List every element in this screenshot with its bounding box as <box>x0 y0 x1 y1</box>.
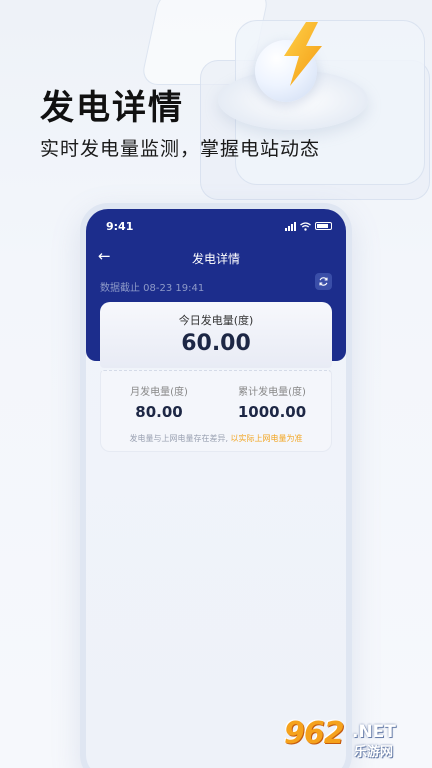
refresh-button[interactable] <box>315 273 332 290</box>
lightning-bolt-icon <box>284 22 322 86</box>
promo-subline: 实时发电量监测，掌握电站动态 <box>40 138 321 160</box>
generation-stats-card: 月发电量(度) 80.00 累计发电量(度) 1000.00 发电量与上网电量存… <box>100 370 332 452</box>
site-watermark-logo: 962 .NET 乐游网 <box>284 716 424 762</box>
page-title: 发电详情 <box>191 251 240 266</box>
today-generation-label: 今日发电量(度) <box>178 314 254 327</box>
today-generation-card: 今日发电量(度) 60.00 <box>100 302 332 368</box>
watermark-net: .NET <box>352 722 396 742</box>
note-text: 发电量与上网电量存在差异, <box>129 434 231 443</box>
promo-headline: 发电详情 <box>40 88 184 128</box>
app-screen: 9:41 ← 发电详情 数据截止 08-23 19:41 今日发电量(度) 60… <box>86 209 346 768</box>
today-generation-value: 60.00 <box>181 331 251 356</box>
signal-icon <box>285 221 296 231</box>
monthly-generation-label: 月发电量(度) <box>130 387 188 398</box>
watermark-site-name: 乐游网 <box>354 745 394 760</box>
total-generation-value: 1000.00 <box>237 403 307 421</box>
watermark-number: 962 <box>284 716 345 751</box>
status-bar: 9:41 <box>86 209 346 243</box>
data-cutoff-text: 数据截止 08-23 19:41 <box>100 283 205 294</box>
generation-note: 发电量与上网电量存在差异, 以实际上网电量为准 <box>101 433 331 444</box>
total-generation: 累计发电量(度) 1000.00 <box>227 383 317 421</box>
note-highlight: 以实际上网电量为准 <box>230 434 303 443</box>
wifi-icon <box>300 221 311 231</box>
status-time: 9:41 <box>106 219 134 233</box>
monthly-generation-value: 80.00 <box>135 403 183 421</box>
refresh-icon <box>319 277 328 286</box>
battery-icon <box>315 222 332 230</box>
back-arrow-icon[interactable]: ← <box>98 247 111 265</box>
monthly-generation: 月发电量(度) 80.00 <box>119 383 199 421</box>
total-generation-label: 累计发电量(度) <box>238 387 306 398</box>
nav-bar: ← 发电详情 <box>86 245 346 271</box>
phone-frame: 9:41 ← 发电详情 数据截止 08-23 19:41 今日发电量(度) 60… <box>80 203 352 768</box>
status-icons <box>285 221 332 231</box>
